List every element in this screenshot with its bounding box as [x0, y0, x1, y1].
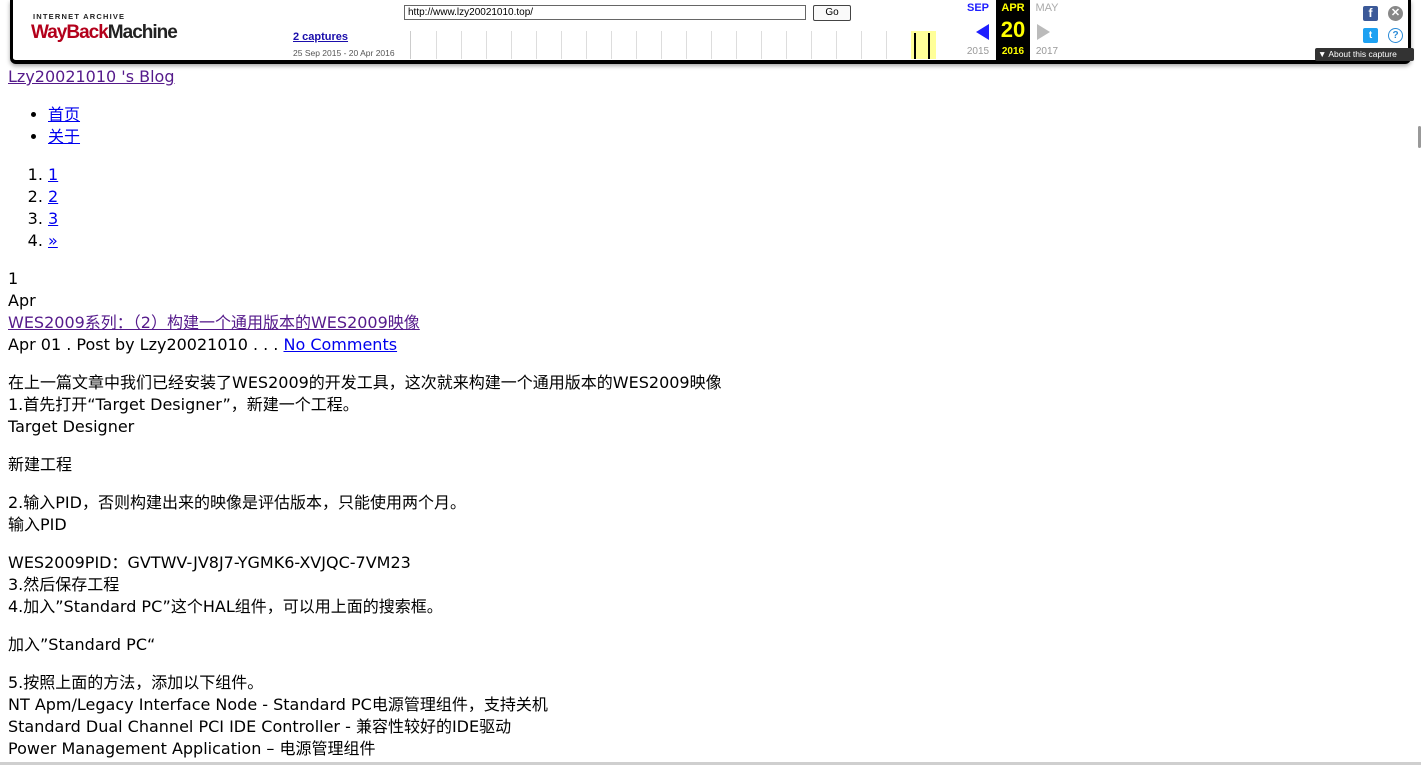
blog-title-link[interactable]: Lzy20021010 's Blog: [8, 67, 175, 86]
sparkline-month-column: [636, 31, 637, 59]
post-line: 输入PID: [8, 515, 67, 534]
post-line: NT Apm/Legacy Interface Node - Standard …: [8, 695, 548, 714]
sparkline-month-column: [686, 31, 687, 59]
nav-item-home: 首页: [48, 104, 1408, 126]
post-line: 加入”Standard PC“: [8, 635, 156, 654]
post-line: Standard Dual Channel PCI IDE Controller…: [8, 717, 512, 736]
capture-date-range: 25 Sep 2015 - 20 Apr 2016: [293, 48, 395, 58]
page-item: »: [48, 230, 1408, 252]
sparkline-capture-tick[interactable]: [914, 33, 916, 59]
current-capture-date: APR 20 2016: [996, 0, 1030, 60]
sparkline-month-column: [611, 31, 612, 59]
post-line: 新建工程: [8, 455, 73, 474]
page-link-3[interactable]: 3: [48, 209, 58, 228]
nav-item-about: 关于: [48, 126, 1408, 148]
facebook-icon[interactable]: f: [1363, 6, 1378, 21]
page-item: 3: [48, 208, 1408, 230]
next-year-label: 2017: [1035, 46, 1059, 57]
current-day-label: 20: [1000, 17, 1026, 42]
nav-link-about[interactable]: 关于: [48, 127, 80, 146]
capture-sparkline[interactable]: [410, 31, 936, 59]
help-icon[interactable]: ?: [1388, 28, 1403, 43]
captures-link[interactable]: 2 captures: [293, 31, 348, 43]
go-button[interactable]: Go: [813, 5, 851, 21]
logo-internet-archive-text: INTERNET ARCHIVE: [33, 12, 126, 21]
wayback-toolbar: INTERNET ARCHIVE WayBackMachine http://w…: [10, 0, 1414, 64]
sparkline-month-column: [786, 31, 787, 59]
prev-month-label[interactable]: SEP: [961, 2, 995, 14]
sparkline-month-column: [586, 31, 587, 59]
sparkline-month-column: [761, 31, 762, 59]
sparkline-month-column: [836, 31, 837, 59]
sparkline-capture-tick[interactable]: [928, 33, 930, 59]
sparkline-month-column: [511, 31, 512, 59]
sparkline-month-column: [886, 31, 887, 59]
page-link-1[interactable]: 1: [48, 165, 58, 184]
comments-link[interactable]: No Comments: [283, 335, 397, 354]
wayback-logo[interactable]: INTERNET ARCHIVE WayBackMachine: [31, 12, 178, 48]
next-month-label: MAY: [1035, 2, 1059, 14]
url-input[interactable]: http://www.lzy20021010.top/: [404, 5, 806, 20]
next-arrow-icon: [1037, 24, 1050, 40]
post-line: Target Designer: [8, 417, 135, 436]
post-line: WES2009PID：GVTWV-JV8J7-YGMK6-XVJQC-7VM23: [8, 553, 411, 572]
post-paragraph: 5.按照上面的方法，添加以下组件。 NT Apm/Legacy Interface…: [8, 672, 1408, 760]
sparkline-month-column: [861, 31, 862, 59]
post-meta-text: Apr 01 . Post by Lzy20021010 . . .: [8, 335, 284, 354]
nav-link-home[interactable]: 首页: [48, 105, 80, 124]
post-meta: Apr 01 . Post by Lzy20021010 . . . No Co…: [8, 334, 1408, 356]
post-line: 5.按照上面的方法，添加以下组件。: [8, 673, 264, 692]
post-paragraph: 2.输入PID，否则构建出来的映像是评估版本，只能使用两个月。 输入PID: [8, 492, 1408, 536]
post-body: 在上一篇文章中我们已经安装了WES2009的开发工具，这次就来构建一个通用版本的…: [8, 372, 1408, 760]
sparkline-month-column: [486, 31, 487, 59]
post-line: Power Management Application – 电源管理组件: [8, 739, 376, 758]
main-nav: 首页 关于: [8, 104, 1408, 148]
prev-year-label[interactable]: 2015: [961, 46, 995, 57]
page-link-2[interactable]: 2: [48, 187, 58, 206]
sparkline-month-column: [661, 31, 662, 59]
current-month-label: APR: [1001, 2, 1025, 14]
post-paragraph: 加入”Standard PC“: [8, 634, 1408, 656]
sparkline-month-column: [811, 31, 812, 59]
post-date-month: Apr: [8, 291, 36, 310]
post-line: 1.首先打开“Target Designer”，新建一个工程。: [8, 395, 359, 414]
page-item: 2: [48, 186, 1408, 208]
post-line: 3.然后保存工程: [8, 575, 120, 594]
twitter-icon[interactable]: t: [1363, 28, 1378, 43]
sparkline-month-column: [711, 31, 712, 59]
sparkline-month-column: [461, 31, 462, 59]
page-link-next[interactable]: »: [48, 231, 58, 250]
current-year-label: 2016: [1001, 46, 1025, 57]
page-item: 1: [48, 164, 1408, 186]
post-line: 2.输入PID，否则构建出来的映像是评估版本，只能使用两个月。: [8, 493, 466, 512]
page-content: Lzy20021010 's Blog 首页 关于 1 2 3 » 1 Apr …: [8, 66, 1408, 760]
close-icon[interactable]: ✕: [1388, 6, 1403, 21]
prev-arrow-icon[interactable]: [976, 24, 989, 40]
post-paragraph: 在上一篇文章中我们已经安装了WES2009的开发工具，这次就来构建一个通用版本的…: [8, 372, 1408, 438]
sparkline-month-column: [436, 31, 437, 59]
pagination: 1 2 3 »: [8, 164, 1408, 252]
sparkline-month-column: [536, 31, 537, 59]
post-line: 在上一篇文章中我们已经安装了WES2009的开发工具，这次就来构建一个通用版本的…: [8, 373, 722, 392]
sparkline-month-column: [736, 31, 737, 59]
post-line: 4.加入”Standard PC”这个HAL组件，可以用上面的搜索框。: [8, 597, 443, 616]
post-date-day: 1: [8, 269, 19, 288]
sparkline-month-column: [561, 31, 562, 59]
post-paragraph: 新建工程: [8, 454, 1408, 476]
post-title-link[interactable]: WES2009系列：（2）构建一个通用版本的WES2009映像: [8, 313, 420, 332]
logo-wayback-machine-text: WayBackMachine: [31, 22, 178, 43]
post-paragraph: WES2009PID：GVTWV-JV8J7-YGMK6-XVJQC-7VM23…: [8, 552, 1408, 618]
about-capture-button[interactable]: ▼ About this capture: [1315, 48, 1414, 61]
